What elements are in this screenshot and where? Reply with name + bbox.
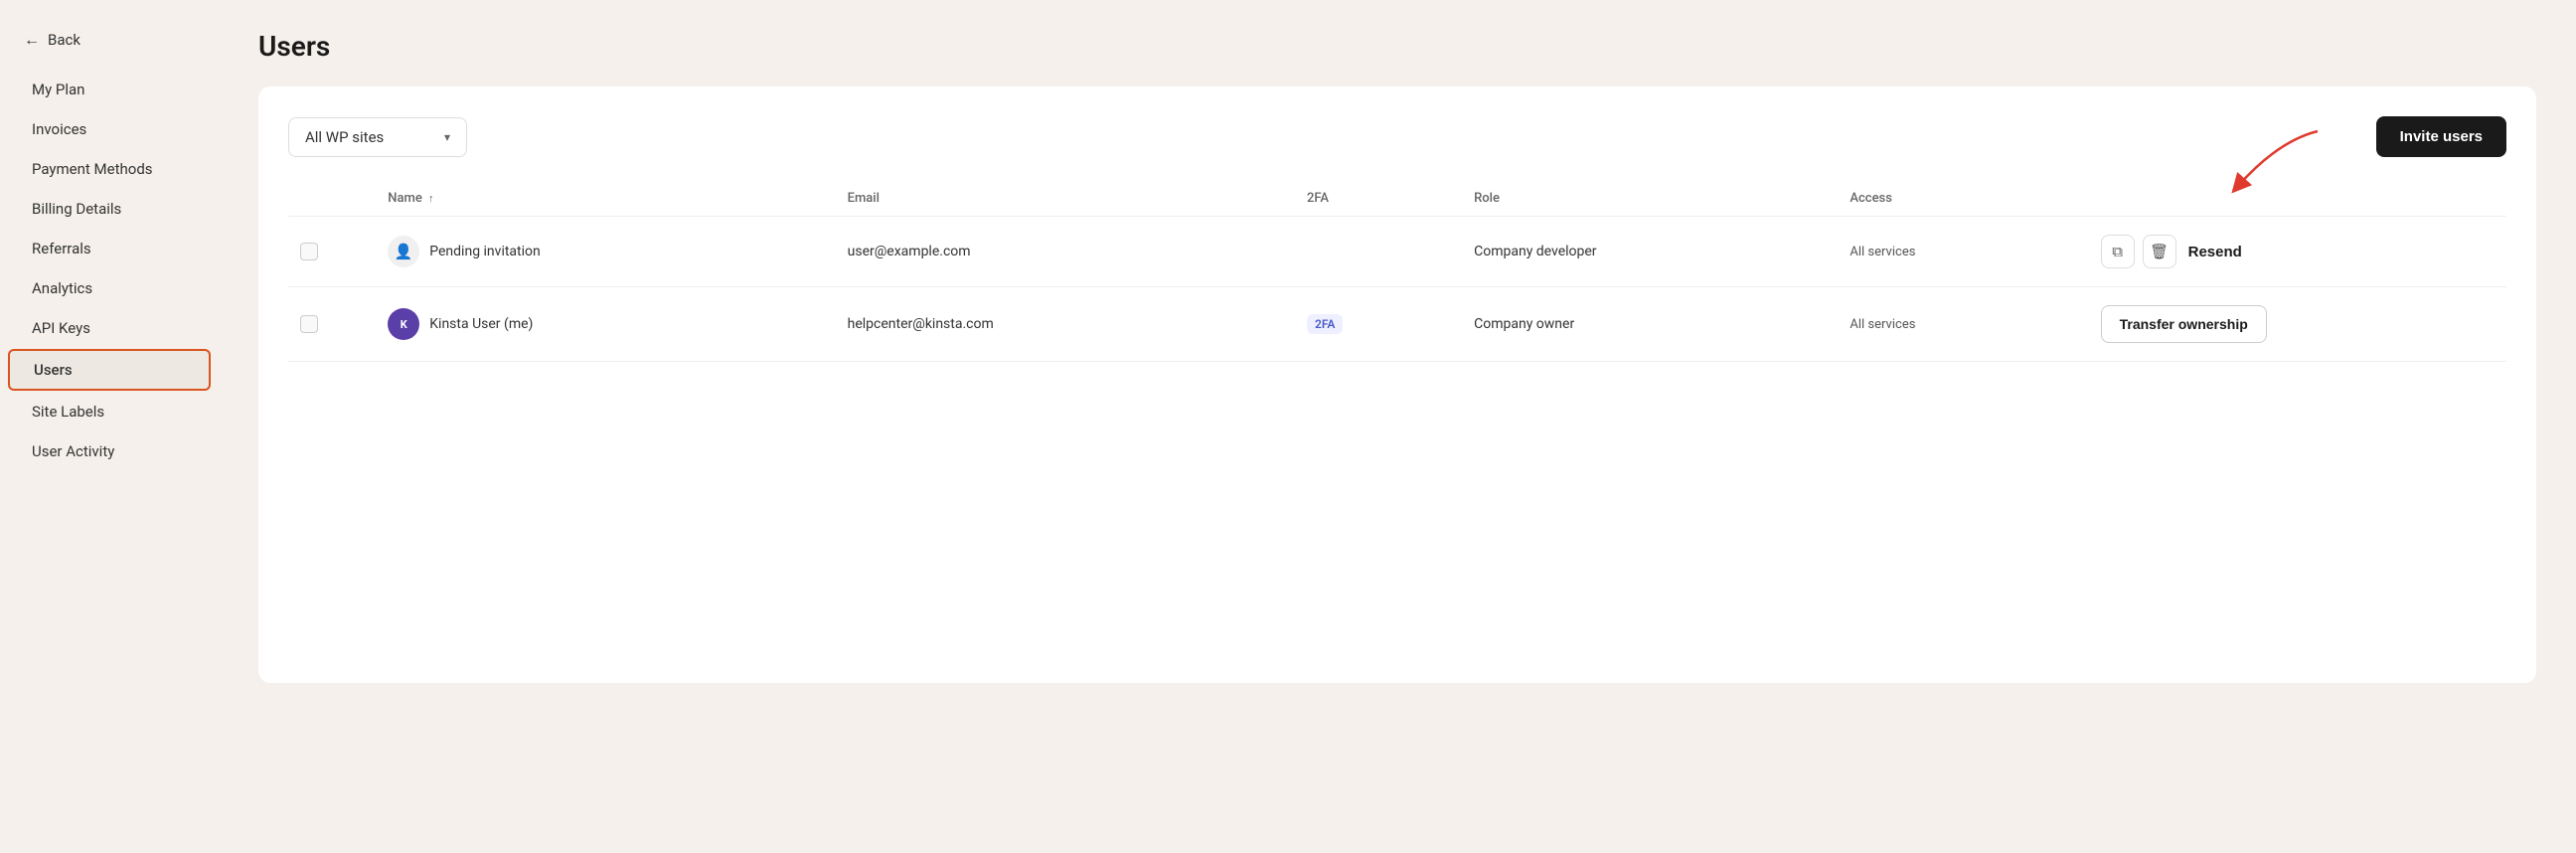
sidebar-item-site-labels[interactable]: Site Labels [8, 393, 211, 430]
row-actions-cell: Transfer ownership [2089, 287, 2506, 362]
user-access: All services [1850, 245, 1915, 259]
sidebar-item-payment-methods[interactable]: Payment Methods [8, 150, 211, 188]
site-filter-dropdown[interactable]: All WP sites ▾ [288, 117, 467, 157]
sidebar-item-label: API Keys [32, 319, 90, 337]
row-email-cell: helpcenter@kinsta.com [836, 287, 1295, 362]
row-checkbox[interactable] [300, 315, 318, 333]
sidebar-item-label: My Plan [32, 81, 84, 98]
row-actions-cell: ⧉ 🗑 Resend [2089, 217, 2506, 287]
person-icon: 👤 [395, 243, 413, 260]
delete-icon-button[interactable]: 🗑 [2143, 235, 2176, 268]
row-2fa-cell [1295, 217, 1462, 287]
sidebar-item-billing-details[interactable]: Billing Details [8, 190, 211, 228]
users-table: Name ↑ Email 2FA Role [288, 181, 2506, 362]
resend-button[interactable]: Resend [2184, 244, 2246, 260]
col-header-role: Role [1462, 181, 1838, 217]
content-card: All WP sites ▾ Invite users [258, 86, 2536, 683]
sidebar-item-label: Invoices [32, 120, 86, 138]
row-name-cell: 👤 Pending invitation [376, 217, 835, 287]
col-header-access: Access [1838, 181, 2088, 217]
sidebar-item-referrals[interactable]: Referrals [8, 230, 211, 267]
user-email: user@example.com [848, 244, 971, 259]
page-title: Users [258, 30, 2536, 63]
user-name: Pending invitation [429, 244, 540, 259]
row-2fa-cell: 2FA [1295, 287, 1462, 362]
row-role-cell: Company developer [1462, 217, 1838, 287]
sidebar-item-label: Billing Details [32, 200, 121, 218]
sidebar-item-users[interactable]: Users [8, 349, 211, 391]
table-row: K Kinsta User (me) helpcenter@kinsta.com… [288, 287, 2506, 362]
col-header-actions [2089, 181, 2506, 217]
back-button[interactable]: ← Back [0, 20, 219, 70]
trash-icon: 🗑 [2150, 243, 2169, 260]
sidebar-item-label: Site Labels [32, 403, 104, 421]
sidebar-item-api-keys[interactable]: API Keys [8, 309, 211, 347]
user-role: Company owner [1474, 316, 1574, 332]
user-role: Company developer [1474, 244, 1596, 259]
row-checkbox-cell [288, 287, 376, 362]
dropdown-value: All WP sites [305, 128, 384, 146]
col-header-checkbox [288, 181, 376, 217]
sidebar-item-user-activity[interactable]: User Activity [8, 432, 211, 470]
toolbar: All WP sites ▾ Invite users [288, 116, 2506, 157]
col-header-name[interactable]: Name ↑ [376, 181, 835, 217]
2fa-badge: 2FA [1307, 314, 1343, 334]
users-table-wrapper: Name ↑ Email 2FA Role [288, 181, 2506, 362]
avatar-initials: K [401, 318, 407, 331]
row-role-cell: Company owner [1462, 287, 1838, 362]
main-content: Users All WP sites ▾ Invite users [219, 0, 2576, 853]
user-access: All services [1850, 317, 1915, 332]
invite-users-button[interactable]: Invite users [2376, 116, 2506, 157]
avatar-kinsta: K [388, 308, 419, 340]
back-arrow-icon: ← [24, 30, 40, 50]
row-checkbox-cell [288, 217, 376, 287]
sidebar-item-label: Analytics [32, 279, 92, 297]
table-row: 👤 Pending invitation user@example.com [288, 217, 2506, 287]
sidebar-item-invoices[interactable]: Invoices [8, 110, 211, 148]
table-header-row: Name ↑ Email 2FA Role [288, 181, 2506, 217]
row-name-cell: K Kinsta User (me) [376, 287, 835, 362]
back-label: Back [48, 31, 80, 49]
sidebar-item-label: Users [34, 361, 73, 379]
sidebar-item-label: Referrals [32, 240, 91, 257]
avatar-placeholder: 👤 [388, 236, 419, 267]
col-header-email: Email [836, 181, 1295, 217]
user-email: helpcenter@kinsta.com [848, 316, 994, 332]
sidebar-item-my-plan[interactable]: My Plan [8, 71, 211, 108]
sidebar: ← Back My Plan Invoices Payment Methods … [0, 0, 219, 853]
chevron-down-icon: ▾ [444, 130, 450, 144]
copy-icon: ⧉ [2112, 243, 2123, 260]
copy-icon-button[interactable]: ⧉ [2101, 235, 2135, 268]
sidebar-item-label: Payment Methods [32, 160, 153, 178]
row-access-cell: All services [1838, 287, 2088, 362]
row-email-cell: user@example.com [836, 217, 1295, 287]
row-checkbox[interactable] [300, 243, 318, 260]
sidebar-item-label: User Activity [32, 442, 114, 460]
transfer-ownership-button[interactable]: Transfer ownership [2101, 305, 2267, 343]
col-header-2fa: 2FA [1295, 181, 1462, 217]
row-access-cell: All services [1838, 217, 2088, 287]
sort-ascending-icon: ↑ [428, 192, 434, 205]
user-name: Kinsta User (me) [429, 316, 533, 332]
sidebar-item-analytics[interactable]: Analytics [8, 269, 211, 307]
